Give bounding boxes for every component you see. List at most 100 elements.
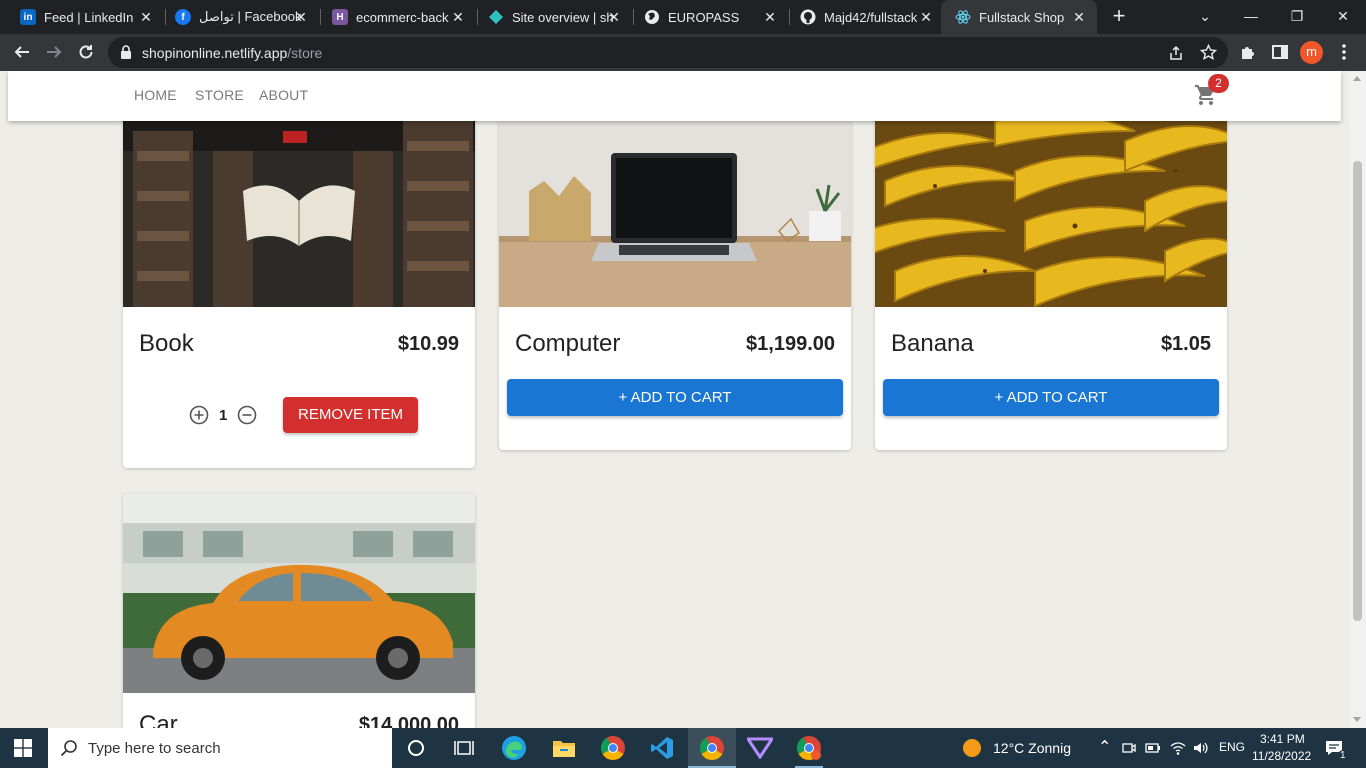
product-card-banana: Banana $1.05 + ADD TO CART (875, 111, 1227, 450)
increase-quantity-icon[interactable] (189, 405, 209, 425)
restore-button[interactable]: ❐ (1274, 0, 1320, 34)
volume-icon[interactable] (1192, 740, 1208, 756)
cart-count-badge: 2 (1208, 74, 1229, 93)
minimize-button[interactable]: — (1228, 0, 1274, 34)
book-image (123, 111, 475, 307)
edge-icon[interactable] (500, 734, 528, 762)
notification-count: 1 (1338, 750, 1348, 761)
computer-image (499, 111, 851, 307)
product-name: Banana (891, 330, 974, 357)
search-placeholder: Type here to search (88, 740, 221, 757)
car-image (123, 493, 475, 693)
close-icon[interactable]: ✕ (918, 9, 934, 25)
battery-icon[interactable] (1145, 742, 1161, 754)
decrease-quantity-icon[interactable] (237, 405, 257, 425)
back-button[interactable] (10, 40, 34, 64)
add-to-cart-button[interactable]: + ADD TO CART (883, 379, 1219, 416)
react-icon (955, 9, 971, 25)
taskbar-search-box[interactable]: Type here to search (48, 728, 392, 768)
new-tab-button[interactable]: + (1108, 5, 1130, 28)
product-price: $1,199.00 (746, 333, 835, 355)
tab-heroku[interactable]: H ecommerc-back ✕ (312, 0, 476, 34)
language-indicator[interactable]: ENG (1219, 740, 1245, 754)
tab-netlify[interactable]: Site overview | sh ✕ (468, 0, 632, 34)
reload-icon (79, 45, 93, 59)
wifi-icon[interactable] (1170, 740, 1186, 756)
clock-date[interactable]: 11/28/2022 (1252, 749, 1311, 763)
remove-item-button[interactable]: REMOVE ITEM (283, 397, 418, 433)
product-card-book: Book $10.99 1 REMOVE ITEM (123, 111, 475, 468)
product-price: $14,000.00 (358, 714, 459, 728)
side-panel-button[interactable] (1268, 40, 1292, 64)
task-view-icon[interactable] (450, 734, 478, 762)
scrollbar-thumb[interactable] (1353, 161, 1362, 621)
file-explorer-icon[interactable] (550, 734, 578, 762)
netlify-icon (488, 9, 504, 25)
puzzle-icon (1242, 47, 1254, 59)
clock-time[interactable]: 3:41 PM (1260, 732, 1305, 746)
add-to-cart-button[interactable]: + ADD TO CART (507, 379, 843, 416)
tab-search-chevron-icon[interactable]: ⌄ (1182, 0, 1228, 34)
quantity-value: 1 (219, 407, 228, 424)
nav-link-store[interactable]: STORE (195, 87, 244, 103)
weather-sun-icon[interactable] (962, 738, 982, 758)
chevron-up-icon[interactable]: ⌃ (1098, 737, 1111, 757)
close-icon[interactable]: ✕ (138, 9, 154, 25)
product-card-car: Car $14,000.00 (123, 493, 475, 728)
product-price: $1.05 (1160, 333, 1211, 355)
close-icon[interactable]: ✕ (606, 9, 622, 25)
tab-facebook[interactable]: f تواصل | Facebook ✕ (155, 0, 319, 34)
close-icon[interactable]: ✕ (293, 9, 309, 25)
product-name: Car (139, 711, 178, 728)
site-navbar: HOME STORE ABOUT 2 (8, 71, 1341, 121)
menu-button[interactable] (1332, 40, 1356, 64)
nav-link-about[interactable]: ABOUT (259, 87, 308, 103)
close-window-button[interactable]: ✕ (1320, 0, 1366, 34)
side-panel-icon (1272, 45, 1288, 59)
product-card-computer: Computer $1,199.00 + ADD TO CART (499, 111, 851, 450)
product-name: Book (139, 330, 194, 357)
windows-start-icon[interactable] (14, 739, 32, 757)
browser-toolbar: shopinonline.netlify.app/store m (0, 34, 1366, 71)
linkedin-icon: in (20, 9, 36, 25)
page-viewport: HOME STORE ABOUT 2 Book $10.99 1 REMOVE … (0, 71, 1366, 728)
facebook-icon: f (175, 9, 191, 25)
lock-icon (121, 45, 131, 59)
tab-github[interactable]: Majd42/fullstack ✕ (780, 0, 944, 34)
cortana-icon[interactable] (402, 734, 430, 762)
kebab-menu-icon (1342, 44, 1346, 60)
forward-button[interactable] (42, 40, 66, 64)
weather-text[interactable]: 12°C Zonnig (993, 740, 1071, 756)
banana-image (875, 111, 1227, 307)
chrome-icon[interactable] (599, 734, 627, 762)
close-icon[interactable]: ✕ (1071, 9, 1087, 25)
browser-tab-strip: in Feed | LinkedIn ✕ f تواصل | Facebook … (0, 0, 1366, 34)
meet-now-icon[interactable] (1122, 741, 1136, 755)
globe-icon (644, 9, 660, 25)
github-icon (800, 9, 816, 25)
search-icon (60, 740, 77, 757)
chrome-active-icon[interactable] (688, 728, 736, 768)
tab-fullstack-shop[interactable]: Fullstack Shop ✕ (941, 0, 1097, 34)
extensions-button[interactable] (1236, 40, 1260, 64)
profile-avatar[interactable]: m (1300, 41, 1323, 64)
nav-link-home[interactable]: HOME (134, 87, 177, 103)
chrome-profile-icon[interactable] (795, 734, 823, 762)
tab-europass[interactable]: EUROPASS ✕ (624, 0, 788, 34)
product-name: Computer (515, 330, 621, 357)
page-scrollbar[interactable] (1349, 71, 1366, 728)
share-icon[interactable] (1168, 45, 1184, 61)
arrow-right-icon (47, 46, 62, 58)
close-icon[interactable]: ✕ (762, 9, 778, 25)
proton-vpn-icon[interactable] (746, 734, 774, 762)
close-icon[interactable]: ✕ (450, 9, 466, 25)
arrow-left-icon (14, 46, 29, 58)
reload-button[interactable] (74, 40, 98, 64)
star-icon[interactable] (1200, 44, 1217, 61)
url-text: shopinonline.netlify.app/store (142, 45, 323, 61)
tab-linkedin[interactable]: in Feed | LinkedIn ✕ (0, 0, 164, 34)
heroku-icon: H (332, 9, 348, 25)
vscode-icon[interactable] (648, 734, 676, 762)
address-bar[interactable]: shopinonline.netlify.app/store (108, 37, 1228, 68)
windows-taskbar: Type here to search 12°C Zonnig ⌃ ENG 3:… (0, 728, 1366, 768)
